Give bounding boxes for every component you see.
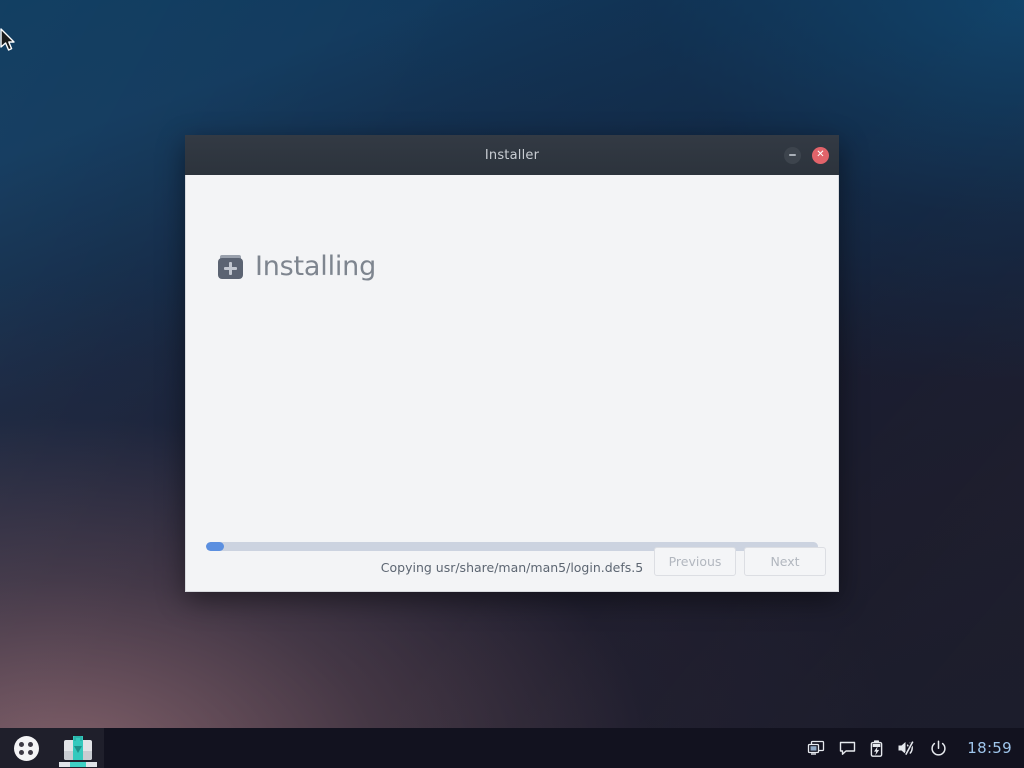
close-icon: ✕ bbox=[816, 149, 825, 160]
active-window-indicator bbox=[59, 762, 97, 767]
desktop[interactable]: Installer ✕ Installing Copying usr/share… bbox=[0, 0, 1024, 768]
package-install-icon bbox=[218, 254, 243, 279]
display-monitor-icon[interactable] bbox=[807, 740, 825, 756]
page-title: Installing bbox=[255, 251, 377, 282]
minimize-button[interactable] bbox=[784, 146, 801, 164]
page-heading: Installing bbox=[218, 253, 376, 280]
footer-buttons: Previous Next bbox=[654, 547, 826, 576]
next-button[interactable]: Next bbox=[744, 547, 826, 576]
taskbar[interactable]: 18:59 bbox=[0, 728, 1024, 768]
window-controls: ✕ bbox=[784, 146, 829, 164]
minimize-icon bbox=[789, 154, 796, 156]
installer-window[interactable]: Installer ✕ Installing Copying usr/share… bbox=[185, 135, 839, 592]
previous-button[interactable]: Previous bbox=[654, 547, 736, 576]
power-icon[interactable] bbox=[930, 739, 947, 757]
app-menu-button[interactable] bbox=[0, 728, 52, 768]
volume-muted-icon[interactable] bbox=[897, 740, 916, 756]
taskbar-launchers bbox=[0, 728, 104, 768]
arrow-pointer-icon bbox=[0, 28, 15, 51]
system-tray: 18:59 bbox=[807, 728, 1012, 768]
progress-bar-fill bbox=[206, 542, 225, 551]
close-button[interactable]: ✕ bbox=[812, 146, 829, 164]
apps-grid-icon bbox=[13, 735, 39, 761]
taskbar-item-installer[interactable] bbox=[52, 728, 104, 768]
window-body: Installing Copying usr/share/man/man5/lo… bbox=[185, 175, 839, 592]
battery-charging-icon[interactable] bbox=[870, 739, 883, 757]
chat-bubble-icon[interactable] bbox=[839, 741, 856, 756]
window-title: Installer bbox=[484, 147, 540, 163]
window-titlebar[interactable]: Installer ✕ bbox=[185, 135, 839, 175]
installer-briefcase-icon bbox=[64, 736, 92, 760]
clock[interactable]: 18:59 bbox=[967, 739, 1012, 757]
